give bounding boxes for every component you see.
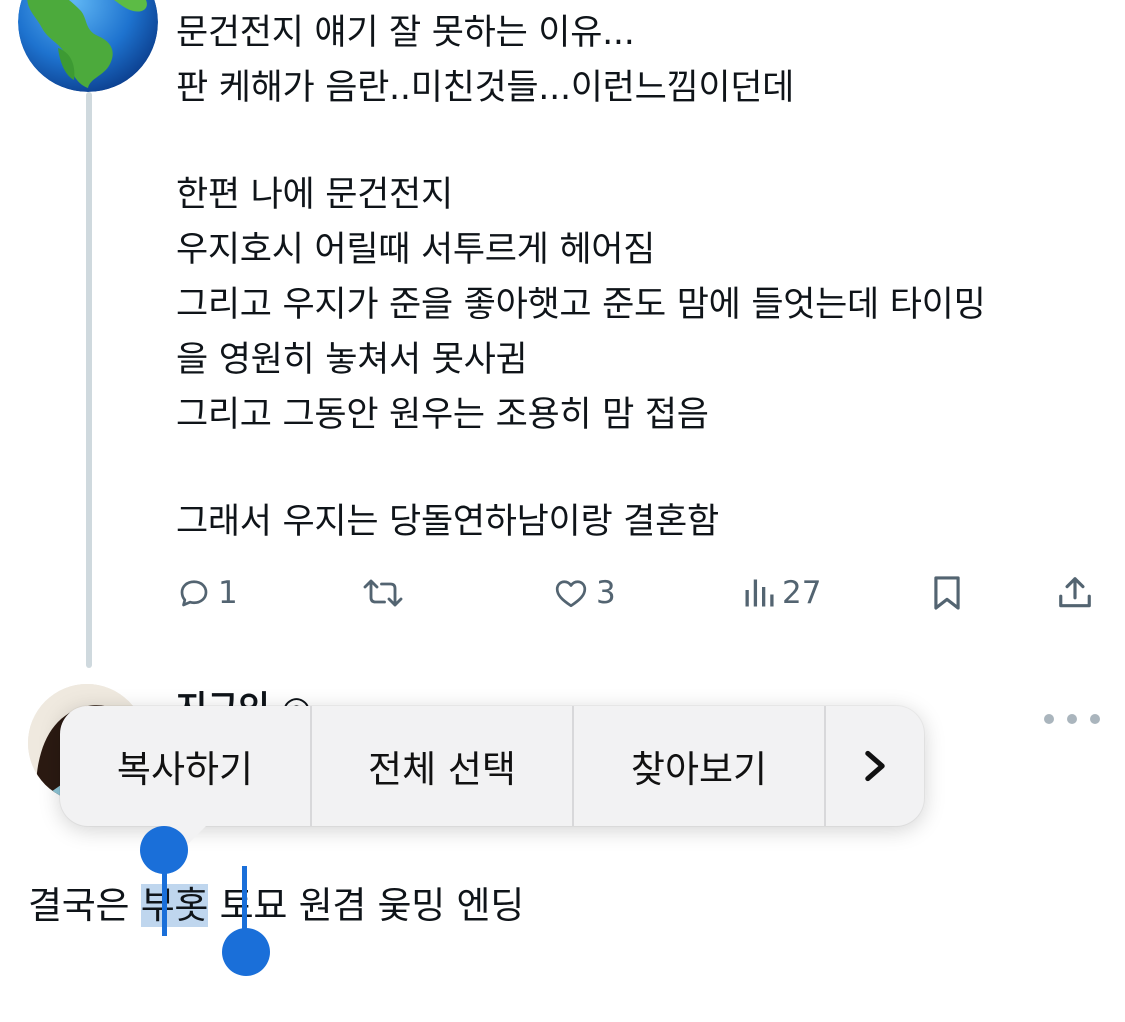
bookmark-icon bbox=[934, 576, 960, 610]
views-icon bbox=[745, 579, 774, 607]
bookmark-button[interactable] bbox=[930, 566, 964, 620]
views-button[interactable]: 27 bbox=[742, 566, 821, 620]
tweet-line: 한편 나에 문건전지 bbox=[176, 175, 453, 215]
reply-text[interactable]: 결국은 부홋 토묘 원겸 웆밍 엔딩 bbox=[28, 876, 524, 936]
share-icon bbox=[1059, 577, 1091, 608]
views-count: 27 bbox=[782, 575, 822, 611]
select-all-button[interactable]: 전체 선택 bbox=[312, 706, 572, 826]
tweet-line: 그리고 그동안 원우는 조용히 맘 접음 bbox=[176, 395, 709, 435]
selection-start-caret bbox=[162, 850, 167, 936]
tweet-line: 그리고 우지가 준을 좋아햇고 준도 맘에 들엇는데 타이밍 bbox=[176, 285, 986, 325]
dot bbox=[1044, 714, 1054, 724]
tweet-line: 을 영원히 놓쳐서 못사귐 bbox=[176, 340, 528, 380]
like-button[interactable]: 3 bbox=[552, 566, 616, 620]
tweet-line: 그래서 우지는 당돌연하남이랑 결혼함 bbox=[176, 502, 719, 542]
reply-text-after: 토묘 원겸 웆밍 엔딩 bbox=[208, 884, 525, 927]
reply-count: 1 bbox=[218, 575, 238, 611]
globe-avatar-icon bbox=[18, 0, 158, 92]
text-edit-menu: 복사하기 전체 선택 찾아보기 bbox=[60, 706, 924, 826]
retweet-icon bbox=[363, 579, 403, 607]
share-button[interactable] bbox=[1056, 566, 1094, 620]
selected-text[interactable]: 부홋 bbox=[140, 884, 208, 927]
copy-button[interactable]: 복사하기 bbox=[60, 706, 310, 826]
tweet-line: 판 케해가 음란..미친것들...이런느낌이던데 bbox=[176, 68, 795, 108]
author-avatar[interactable] bbox=[18, 0, 158, 92]
dot bbox=[1090, 714, 1100, 724]
selection-end-handle[interactable] bbox=[222, 928, 270, 976]
tweet-text[interactable]: 문건전지 얘기 잘 못하는 이유... 판 케해가 음란..미친것들...이런느… bbox=[176, 6, 1106, 550]
chevron-right-icon bbox=[865, 750, 885, 782]
tweet-line: 문건전지 얘기 잘 못하는 이유... bbox=[176, 13, 635, 53]
reply-button[interactable]: 1 bbox=[176, 566, 238, 620]
look-up-button[interactable]: 찾아보기 bbox=[574, 706, 824, 826]
tweet-line: 우지호시 어릴때 서투르게 헤어짐 bbox=[176, 230, 656, 270]
more-icon[interactable] bbox=[1044, 704, 1100, 734]
like-icon bbox=[555, 580, 587, 608]
like-count: 3 bbox=[596, 575, 616, 611]
retweet-button[interactable] bbox=[362, 566, 410, 620]
tweet-actions-bar: 1 3 27 bbox=[0, 566, 1125, 620]
reply-icon bbox=[180, 580, 208, 607]
reply-text-before: 결국은 bbox=[28, 884, 141, 927]
more-options-button[interactable] bbox=[826, 706, 924, 826]
dot bbox=[1067, 714, 1077, 724]
